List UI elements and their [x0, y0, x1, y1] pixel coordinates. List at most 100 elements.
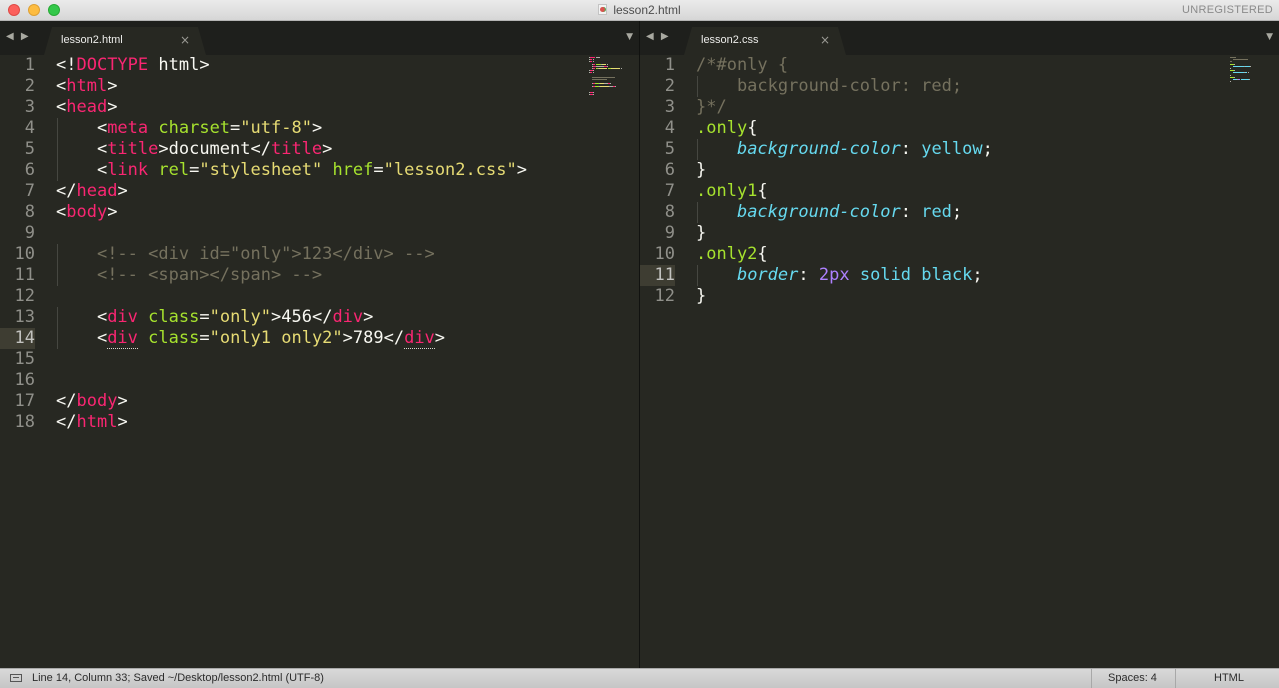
code-line[interactable]: 5 background-color: yellow;	[640, 139, 993, 160]
panel-toggle-icon[interactable]	[10, 674, 22, 682]
code-token: div	[332, 307, 364, 327]
code-token: href	[332, 160, 374, 180]
code-token: html	[76, 412, 118, 432]
line-number: 9	[24, 223, 35, 243]
code-line[interactable]: 10 .only2{	[640, 244, 768, 265]
line-number: 12	[654, 286, 675, 306]
indent-guide	[697, 139, 698, 160]
tab-dropdown-icon[interactable]: ▼	[626, 32, 633, 42]
minimap-mark	[590, 57, 596, 58]
line-text: .only2{	[696, 244, 768, 265]
code-line[interactable]: 11 border: 2px solid black;	[640, 265, 983, 286]
code-token: <	[56, 139, 108, 159]
line-number: 11	[654, 265, 675, 285]
code-line[interactable]: 10 <!-- <div id="only">123</div> -->	[0, 244, 435, 265]
line-number: 1	[24, 55, 35, 75]
code-token: link	[107, 160, 149, 180]
minimap-mark	[1232, 65, 1244, 67]
indent-guide	[697, 265, 698, 286]
tab-lesson2-css[interactable]: lesson2.css ×	[684, 27, 846, 55]
tab-close-icon[interactable]: ×	[180, 33, 190, 47]
code-token: >	[107, 76, 118, 96]
line-text: /*#only {	[696, 55, 788, 76]
minimap-mark	[592, 85, 595, 87]
code-line[interactable]: 12}	[640, 286, 707, 307]
minimap-mark	[592, 72, 594, 74]
code-editor-css[interactable]: 1/*#only {2 background-color: red; 3}*/4.…	[640, 55, 1279, 668]
minimap-mark	[592, 63, 596, 65]
code-line[interactable]: 13 <div class="only">456</div>	[0, 307, 373, 328]
code-line[interactable]: 1 /*#only {	[640, 55, 788, 76]
code-line[interactable]: 6 <link rel="stylesheet" href="lesson2.c…	[0, 160, 527, 181]
minimap-right[interactable]	[1230, 57, 1274, 99]
code-token: >	[117, 412, 128, 432]
code-line[interactable]: 7 .only1{	[640, 181, 768, 202]
tab-nav-arrows-icon[interactable]: ◀ ▶	[6, 31, 31, 42]
code-line[interactable]: 18 </html>	[0, 412, 128, 433]
tab-dropdown-icon[interactable]: ▼	[1266, 32, 1273, 42]
code-line[interactable]: 2 <html>	[0, 76, 118, 97]
code-line[interactable]: 8 <body>	[0, 202, 118, 223]
line-number: 10	[14, 244, 35, 264]
code-line[interactable]: 9	[0, 223, 35, 244]
code-token: }*/	[696, 97, 727, 117]
indentation-selector[interactable]: Spaces: 4	[1091, 669, 1175, 688]
line-text: <body>	[56, 202, 117, 223]
line-text: <div class="only">456</div>	[56, 307, 373, 328]
code-line[interactable]: 4 .only{	[640, 118, 758, 139]
line-number: 16	[14, 370, 35, 390]
code-line[interactable]: 3 <head>	[0, 97, 118, 118]
code-token: =	[199, 307, 210, 327]
minimap-mark	[1230, 81, 1231, 83]
tab-nav-arrows-icon[interactable]: ◀ ▶	[646, 31, 671, 42]
code-line[interactable]: 17 </body>	[0, 391, 128, 412]
code-token: }	[696, 160, 707, 180]
code-line[interactable]: 14 <div class="only1 only2">789</div>	[0, 328, 445, 349]
code-token: "utf-8"	[240, 118, 312, 138]
code-token: <	[56, 118, 108, 138]
minimap-mark	[599, 85, 609, 87]
indent-guide	[697, 202, 698, 223]
code-line[interactable]: 6}	[640, 160, 707, 181]
code-line[interactable]: 11 <!-- <span></span> -->	[0, 265, 322, 286]
code-line[interactable]: 2 background-color: red;	[640, 76, 962, 97]
code-token: "only1 only2"	[209, 328, 343, 348]
editor-group-right: ◀ ▶ lesson2.css × ▼ 1/*#only {2 backgrou…	[640, 21, 1279, 668]
code-token: >789</	[342, 328, 405, 348]
line-number: 7	[664, 181, 675, 201]
code-token: red	[921, 202, 952, 222]
line-number: 5	[24, 139, 35, 159]
line-text: <!-- <span></span> -->	[56, 265, 322, 286]
code-editor-html[interactable]: 1 <!DOCTYPE html> 2 <html> 3 <head> 4 <meta ch…	[0, 55, 639, 668]
syntax-selector[interactable]: HTML	[1175, 669, 1279, 688]
minimap-mark	[610, 83, 611, 85]
code-line[interactable]: 9}	[640, 223, 707, 244]
minimap-mark	[1247, 72, 1249, 74]
code-line[interactable]: 8 background-color: red;	[640, 202, 962, 223]
minimap-left[interactable]	[589, 57, 633, 99]
tab-close-icon[interactable]: ×	[820, 33, 830, 47]
line-text: <!-- <div id="only">123</div> -->	[56, 244, 435, 265]
minimap-mark	[1249, 65, 1251, 67]
minimap-mark	[593, 92, 595, 94]
tab-lesson2-html[interactable]: lesson2.html ×	[44, 27, 206, 55]
line-text: <meta charset="utf-8">	[56, 118, 322, 139]
code-line[interactable]: 5 <title>document</title>	[0, 139, 332, 160]
code-line[interactable]: 3}*/	[640, 97, 727, 118]
code-token: <	[56, 160, 108, 180]
code-line[interactable]: 7 </head>	[0, 181, 128, 202]
code-line[interactable]: 16	[0, 370, 35, 391]
line-number: 2	[664, 76, 675, 96]
line-text: <head>	[56, 97, 117, 118]
code-token: =	[373, 160, 384, 180]
minimap-mark	[592, 61, 594, 63]
code-line[interactable]: 12	[0, 286, 35, 307]
code-line[interactable]: 1 <!DOCTYPE html>	[0, 55, 210, 76]
line-number: 6	[664, 160, 675, 180]
indent-guide	[57, 118, 58, 139]
line-text: <div class="only1 only2">789</div>	[56, 328, 445, 349]
tab-bar-left: ◀ ▶ lesson2.html × ▼	[0, 21, 639, 55]
code-line[interactable]: 4 <meta charset="utf-8">	[0, 118, 322, 139]
code-line[interactable]: 15	[0, 349, 35, 370]
